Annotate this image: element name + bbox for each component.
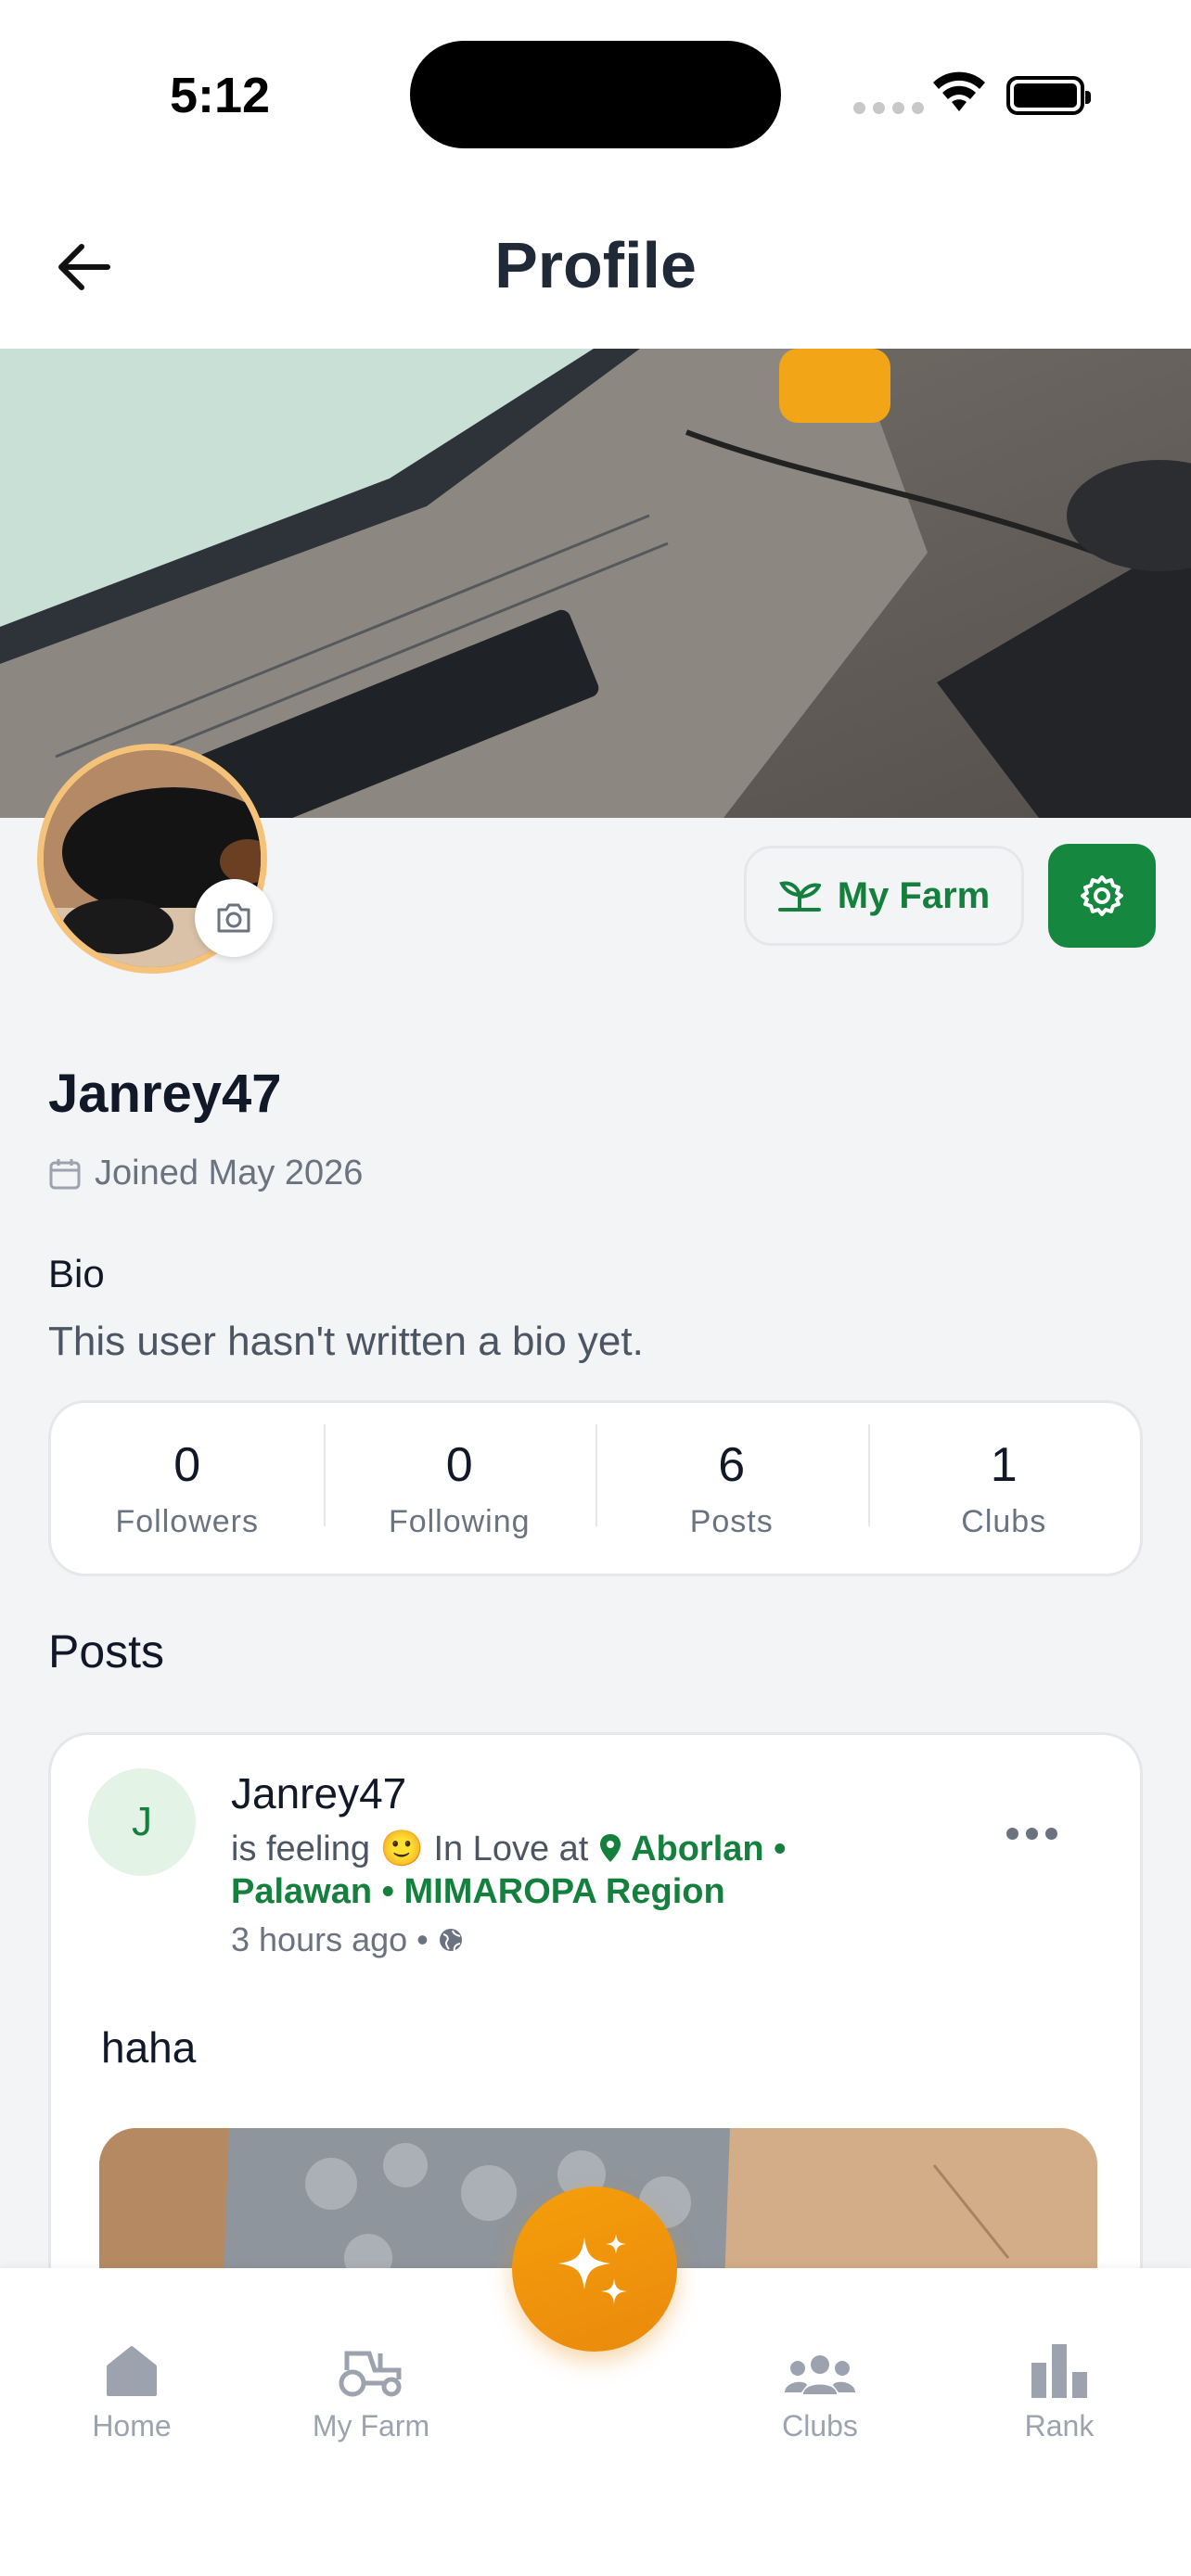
joined-text: Joined May 2026: [95, 1154, 364, 1192]
settings-button[interactable]: [1048, 844, 1156, 948]
globe-icon: [439, 1929, 462, 1952]
ai-assistant-button[interactable]: [512, 2187, 677, 2352]
sparkles-icon: [558, 2234, 627, 2304]
stat-value: 0: [173, 1437, 201, 1492]
dynamic-island: [410, 41, 781, 148]
my-farm-button[interactable]: My Farm: [744, 846, 1024, 946]
bio-text: This user hasn't written a bio yet.: [48, 1319, 644, 1364]
tractor-icon: [339, 2351, 402, 2397]
nav-clubs-label: Clubs: [782, 2409, 858, 2442]
stat-label: Posts: [689, 1503, 774, 1539]
stat-label: Followers: [115, 1503, 259, 1539]
stat-value: 0: [445, 1437, 473, 1492]
battery-icon: [1006, 76, 1091, 115]
nav-rank-label: Rank: [1024, 2409, 1095, 2442]
stats-card: 0 Followers 0 Following 6 Posts 1 Clubs: [48, 1400, 1143, 1576]
post-body: haha: [101, 2023, 197, 2072]
stat-value: 6: [718, 1437, 746, 1492]
nav-clubs[interactable]: Clubs: [727, 2324, 913, 2443]
nav-my-farm-label: My Farm: [312, 2409, 430, 2442]
stat-clubs[interactable]: 1 Clubs: [867, 1423, 1141, 1540]
feeling-text: In Love at: [433, 1830, 589, 1868]
meta-separator: •: [416, 1920, 429, 1958]
stat-label: Clubs: [961, 1503, 1047, 1539]
nav-home-label: Home: [92, 2409, 172, 2442]
profile-username: Janrey47: [48, 1064, 282, 1124]
status-bar: 5:12: [0, 0, 1191, 176]
bar-chart-icon: [1031, 2344, 1087, 2398]
joined-date: Joined May 2026: [48, 1154, 363, 1193]
calendar-icon: [49, 1158, 81, 1189]
wifi-icon: [933, 71, 985, 111]
post-meta: 3 hours ago •: [231, 1920, 464, 1959]
feeling-prefix: is feeling: [231, 1830, 370, 1868]
my-farm-label: My Farm: [837, 874, 991, 916]
stat-following[interactable]: 0 Following: [323, 1423, 596, 1540]
stat-posts[interactable]: 6 Posts: [596, 1423, 868, 1540]
gear-icon: [1081, 875, 1123, 916]
more-horizontal-icon: [1006, 1828, 1018, 1840]
posts-heading: Posts: [48, 1626, 165, 1677]
users-icon: [785, 2355, 855, 2394]
map-pin-icon: [599, 1834, 621, 1862]
post-time: 3 hours ago: [231, 1920, 408, 1958]
camera-icon: [217, 903, 250, 933]
bio-label: Bio: [48, 1252, 105, 1295]
page-title: Profile: [494, 229, 697, 301]
nav-rank[interactable]: Rank: [967, 2324, 1152, 2443]
post-author[interactable]: Janrey47: [231, 1768, 406, 1818]
cellular-signal-icon: [853, 102, 924, 114]
nav-my-farm[interactable]: My Farm: [278, 2324, 464, 2443]
home-icon: [107, 2346, 157, 2396]
nav-home[interactable]: Home: [39, 2324, 224, 2443]
post-author-avatar[interactable]: J: [88, 1768, 196, 1876]
post-feeling: is feeling 🙂 In Love at Aborlan • Palawa…: [231, 1828, 936, 1913]
sprout-icon: [777, 881, 821, 912]
post-options-button[interactable]: [1006, 1828, 1057, 1840]
feeling-emoji: 🙂: [379, 1830, 424, 1868]
header: Profile: [0, 176, 1191, 349]
stat-label: Following: [388, 1503, 531, 1539]
stat-followers[interactable]: 0 Followers: [51, 1437, 324, 1540]
stat-value: 1: [990, 1437, 1018, 1492]
change-avatar-button[interactable]: [195, 879, 273, 957]
status-time: 5:12: [170, 68, 271, 123]
